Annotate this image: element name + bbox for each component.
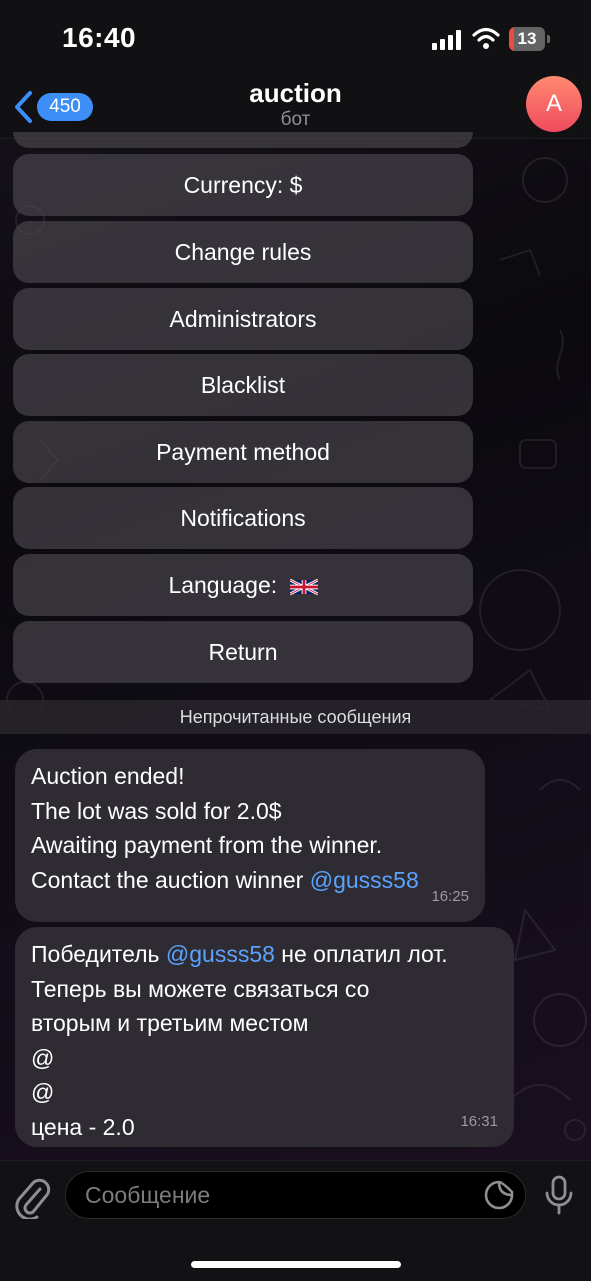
message-line: Contact the auction winner @gusss58 [31, 863, 469, 898]
unread-messages-separator: Непрочитанные сообщения [0, 700, 591, 734]
return-button[interactable]: Return [13, 621, 473, 683]
message-line: @ [31, 1044, 55, 1071]
sticker-icon[interactable] [484, 1180, 514, 1210]
battery-level: 13 [517, 29, 537, 48]
message-line: The lot was sold for 2.0$ [31, 797, 282, 824]
uk-flag-icon [289, 578, 318, 596]
keyboard-button-partial [13, 132, 473, 148]
notifications-button[interactable]: Notifications [13, 487, 473, 549]
mention-link[interactable]: @gusss58 [166, 941, 275, 967]
signal-icon [432, 30, 461, 50]
message-line: цена - 2.0 [31, 1113, 135, 1140]
administrators-button[interactable]: Administrators [13, 288, 473, 350]
battery-icon: 13 [509, 27, 551, 51]
message-text: Contact the auction winner [31, 866, 310, 893]
message-time: 16:25 [431, 887, 469, 905]
chat-subtitle: бот [280, 109, 311, 130]
status-bar: 16:40 13 [0, 0, 591, 76]
blacklist-button[interactable]: Blacklist [13, 354, 473, 416]
home-indicator [191, 1261, 401, 1268]
bot-keyboard: Currency: $ Change rules Administrators … [0, 132, 591, 698]
chat-header: 450 auction бот A [0, 76, 591, 139]
wifi-icon [472, 27, 500, 49]
mention-link[interactable]: @gusss58 [310, 867, 419, 893]
chat-title[interactable]: auction [0, 78, 591, 109]
message-line: вторым и третьим местом [31, 1010, 309, 1036]
message-bubble[interactable]: Победитель @gusss58 не оплатил лот. Тепе… [15, 927, 514, 1147]
language-button[interactable]: Language: [13, 554, 473, 616]
message-bubble[interactable]: Auction ended! The lot was sold for 2.0$… [15, 749, 485, 922]
change-rules-button[interactable]: Change rules [13, 221, 473, 283]
message-text: не оплатил лот. [274, 941, 448, 967]
message-text: Победитель [31, 941, 166, 967]
message-line: @ [31, 1079, 55, 1105]
message-input[interactable] [65, 1171, 526, 1219]
message-line: Awaiting payment from the winner. [31, 832, 383, 858]
message-time: 16:31 [460, 1112, 498, 1130]
message-input-bar [0, 1160, 591, 1281]
microphone-icon[interactable] [544, 1175, 574, 1215]
paperclip-icon[interactable] [12, 1175, 52, 1219]
message-line: Auction ended! [31, 763, 185, 789]
avatar[interactable]: A [526, 76, 582, 132]
currency-button[interactable]: Currency: $ [13, 154, 473, 216]
message-line: Теперь вы можете связаться со [31, 975, 370, 1002]
message-line: Победитель @gusss58 не оплатил лот. [31, 937, 498, 972]
status-time: 16:40 [62, 22, 137, 53]
payment-method-button[interactable]: Payment method [13, 421, 473, 483]
language-button-label: Language: [168, 572, 278, 598]
